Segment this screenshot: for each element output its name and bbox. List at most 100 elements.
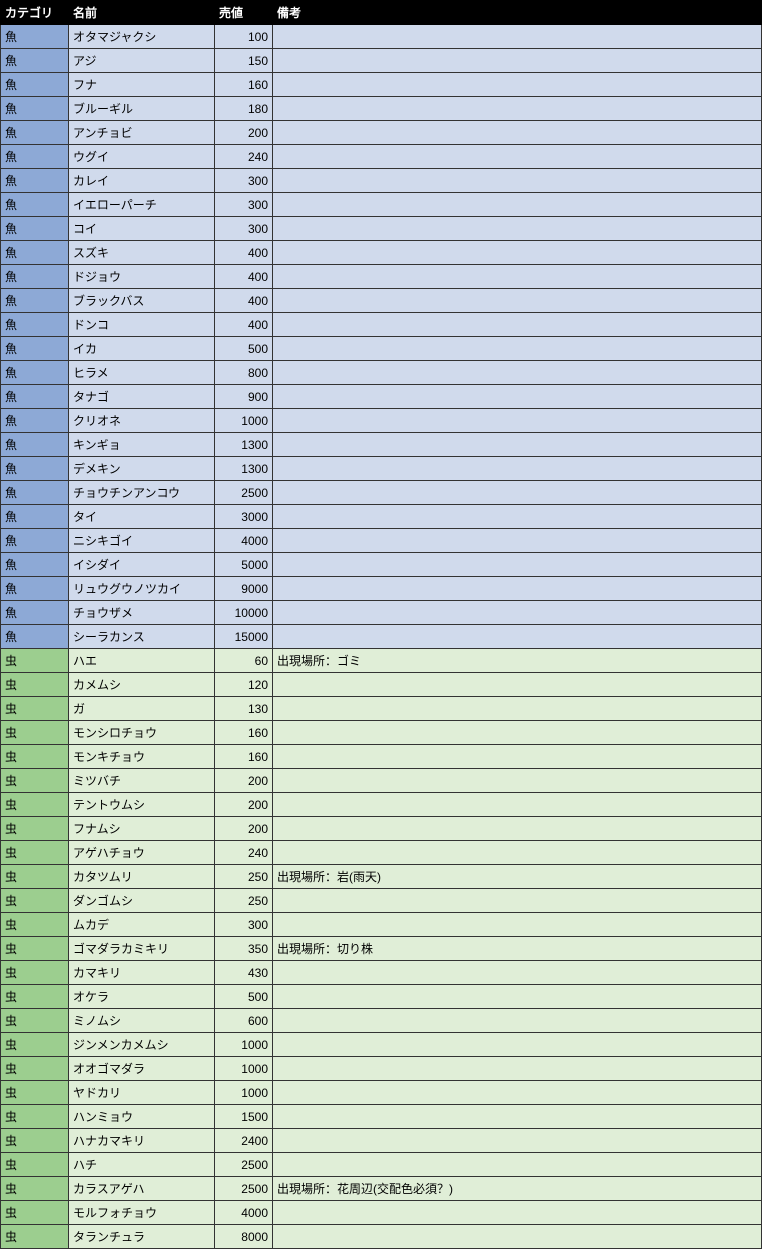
table-row: 魚ヒラメ800 xyxy=(1,361,762,385)
cell-price: 900 xyxy=(215,385,273,409)
cell-category: 魚 xyxy=(1,553,69,577)
cell-price: 130 xyxy=(215,697,273,721)
table-row: 虫カタツムリ250出現場所：岩(雨天) xyxy=(1,865,762,889)
cell-category: 虫 xyxy=(1,865,69,889)
table-row: 魚クリオネ1000 xyxy=(1,409,762,433)
cell-price: 180 xyxy=(215,97,273,121)
cell-price: 2500 xyxy=(215,481,273,505)
table-row: 魚ブラックバス400 xyxy=(1,289,762,313)
cell-category: 虫 xyxy=(1,841,69,865)
cell-price: 600 xyxy=(215,1009,273,1033)
cell-price: 200 xyxy=(215,793,273,817)
table-row: 魚ニシキゴイ4000 xyxy=(1,529,762,553)
cell-name: テントウムシ xyxy=(69,793,215,817)
cell-price: 300 xyxy=(215,169,273,193)
cell-category: 魚 xyxy=(1,25,69,49)
cell-category: 虫 xyxy=(1,961,69,985)
cell-price: 150 xyxy=(215,49,273,73)
cell-note xyxy=(273,289,762,313)
cell-category: 魚 xyxy=(1,505,69,529)
cell-price: 1500 xyxy=(215,1105,273,1129)
cell-category: 魚 xyxy=(1,193,69,217)
cell-note xyxy=(273,625,762,649)
cell-note xyxy=(273,817,762,841)
cell-category: 魚 xyxy=(1,361,69,385)
cell-note xyxy=(273,193,762,217)
table-row: 虫モルフォチョウ4000 xyxy=(1,1201,762,1225)
cell-note xyxy=(273,217,762,241)
cell-price: 1300 xyxy=(215,457,273,481)
table-row: 虫ミノムシ600 xyxy=(1,1009,762,1033)
cell-name: コイ xyxy=(69,217,215,241)
cell-name: クリオネ xyxy=(69,409,215,433)
cell-category: 虫 xyxy=(1,1009,69,1033)
cell-category: 魚 xyxy=(1,457,69,481)
table-row: 魚チョウザメ10000 xyxy=(1,601,762,625)
cell-price: 120 xyxy=(215,673,273,697)
table-row: 虫オオゴマダラ1000 xyxy=(1,1057,762,1081)
cell-note xyxy=(273,361,762,385)
cell-name: ブラックバス xyxy=(69,289,215,313)
cell-name: シーラカンス xyxy=(69,625,215,649)
table-row: 魚タイ3000 xyxy=(1,505,762,529)
cell-category: 虫 xyxy=(1,1033,69,1057)
cell-price: 4000 xyxy=(215,1201,273,1225)
cell-note xyxy=(273,673,762,697)
cell-note xyxy=(273,1033,762,1057)
cell-note xyxy=(273,121,762,145)
cell-name: ハナカマキリ xyxy=(69,1129,215,1153)
table-row: 魚ドンコ400 xyxy=(1,313,762,337)
header-price: 売値 xyxy=(215,1,273,25)
cell-name: モンシロチョウ xyxy=(69,721,215,745)
cell-category: 魚 xyxy=(1,385,69,409)
cell-note: 出現場所：ゴミ xyxy=(273,649,762,673)
cell-note xyxy=(273,97,762,121)
cell-note: 出現場所：切り株 xyxy=(273,937,762,961)
cell-price: 200 xyxy=(215,769,273,793)
cell-category: 虫 xyxy=(1,817,69,841)
table-row: 魚ドジョウ400 xyxy=(1,265,762,289)
table-row: 魚アンチョビ200 xyxy=(1,121,762,145)
table-row: 虫ジンメンカメムシ1000 xyxy=(1,1033,762,1057)
table-row: 虫フナムシ200 xyxy=(1,817,762,841)
cell-note xyxy=(273,697,762,721)
cell-category: 虫 xyxy=(1,1153,69,1177)
cell-category: 魚 xyxy=(1,577,69,601)
cell-price: 15000 xyxy=(215,625,273,649)
cell-name: ジンメンカメムシ xyxy=(69,1033,215,1057)
cell-category: 虫 xyxy=(1,1105,69,1129)
cell-price: 1000 xyxy=(215,1033,273,1057)
cell-note xyxy=(273,1129,762,1153)
cell-price: 1000 xyxy=(215,409,273,433)
cell-price: 430 xyxy=(215,961,273,985)
table-row: 虫カマキリ430 xyxy=(1,961,762,985)
cell-note xyxy=(273,409,762,433)
cell-name: アジ xyxy=(69,49,215,73)
cell-note xyxy=(273,769,762,793)
table-row: 魚ブルーギル180 xyxy=(1,97,762,121)
table-row: 虫ゴマダラカミキリ350出現場所：切り株 xyxy=(1,937,762,961)
cell-category: 虫 xyxy=(1,1057,69,1081)
cell-name: ミノムシ xyxy=(69,1009,215,1033)
cell-note xyxy=(273,265,762,289)
cell-note xyxy=(273,1225,762,1249)
header-name: 名前 xyxy=(69,1,215,25)
cell-note xyxy=(273,169,762,193)
cell-category: 魚 xyxy=(1,145,69,169)
cell-note xyxy=(273,505,762,529)
cell-category: 魚 xyxy=(1,625,69,649)
cell-price: 1000 xyxy=(215,1057,273,1081)
cell-note: 出現場所：岩(雨天) xyxy=(273,865,762,889)
cell-note xyxy=(273,1105,762,1129)
cell-name: カマキリ xyxy=(69,961,215,985)
cell-note xyxy=(273,25,762,49)
cell-name: ダンゴムシ xyxy=(69,889,215,913)
cell-category: 魚 xyxy=(1,49,69,73)
table-row: 虫ムカデ300 xyxy=(1,913,762,937)
table-row: 虫ハチ2500 xyxy=(1,1153,762,1177)
cell-price: 4000 xyxy=(215,529,273,553)
table-row: 虫アゲハチョウ240 xyxy=(1,841,762,865)
cell-name: タイ xyxy=(69,505,215,529)
table-row: 虫タランチュラ8000 xyxy=(1,1225,762,1249)
cell-name: フナ xyxy=(69,73,215,97)
